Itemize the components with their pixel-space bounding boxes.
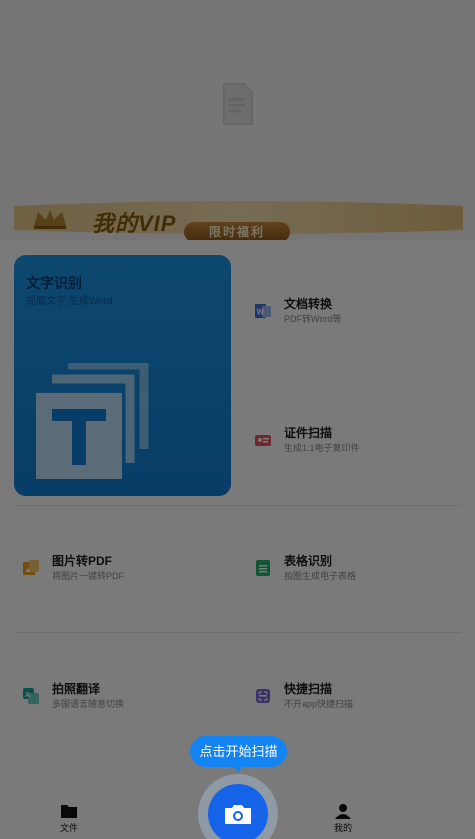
table-icon	[252, 557, 274, 579]
vip-offer-button[interactable]: 限时福利	[184, 222, 290, 242]
tab-files[interactable]: 文件	[44, 803, 94, 834]
scan-camera-button[interactable]	[208, 784, 268, 839]
translate-icon: A	[20, 685, 42, 707]
feature-table-recognition[interactable]: 表格识别 拍图生成电子表格	[252, 548, 356, 588]
divider	[14, 632, 461, 633]
banner-area	[0, 0, 475, 200]
feature-title: 拍照翻译	[52, 682, 101, 696]
ocr-card-title: 文字识别	[26, 275, 82, 291]
feature-title: 图片转PDF	[52, 554, 113, 568]
vip-banner[interactable]: 我的VIP 限时福利	[14, 200, 463, 242]
word-doc-icon: W	[252, 300, 274, 322]
feature-doc-convert[interactable]: W 文档转换 PDF转Word等	[252, 291, 341, 331]
text-recognition-icon	[36, 363, 149, 479]
tab-files-label: 文件	[59, 823, 78, 833]
divider	[14, 505, 461, 506]
document-placeholder-icon	[223, 83, 253, 125]
vip-title: 我的VIP	[92, 211, 177, 236]
camera-icon	[225, 805, 251, 824]
svg-text:W: W	[257, 308, 265, 317]
image-pdf-icon	[20, 557, 42, 579]
person-icon	[335, 804, 351, 819]
feature-title: 快捷扫描	[284, 682, 333, 696]
tab-mine[interactable]: 我的	[318, 803, 368, 834]
feature-photo-translate[interactable]: A 拍照翻译 多国语言随意切换	[20, 676, 124, 716]
feature-subtitle: 多国语言随意切换	[52, 699, 125, 709]
start-scan-tooltip[interactable]: 点击开始扫描	[190, 736, 287, 767]
feature-subtitle: 不开app快捷扫描	[284, 699, 354, 709]
feature-id-scan[interactable]: 证件扫描 生成1:1电子复印件	[252, 420, 360, 460]
quick-scan-icon	[252, 685, 274, 707]
tab-mine-label: 我的	[333, 823, 352, 833]
feature-subtitle: PDF转Word等	[284, 314, 342, 324]
feature-subtitle: 生成1:1电子复印件	[284, 443, 360, 453]
id-card-icon	[252, 429, 274, 451]
feature-subtitle: 拍图生成电子表格	[284, 571, 357, 581]
feature-title: 文档转换	[284, 297, 333, 311]
feature-image-to-pdf[interactable]: 图片转PDF 将图片一键转PDF	[20, 548, 124, 588]
crown-icon	[34, 210, 66, 229]
svg-text:A: A	[25, 692, 30, 699]
tooltip-arrow	[232, 765, 244, 772]
feature-subtitle: 将图片一键转PDF	[52, 571, 125, 581]
feature-quick-scan[interactable]: 快捷扫描 不开app快捷扫描	[252, 676, 353, 716]
folder-icon	[61, 805, 77, 818]
feature-title: 证件扫描	[284, 426, 333, 440]
ocr-card-subtitle: 提取文字,生成Word	[26, 296, 113, 307]
feature-title: 表格识别	[284, 554, 333, 568]
ocr-card[interactable]: 文字识别 提取文字,生成Word	[14, 255, 231, 496]
